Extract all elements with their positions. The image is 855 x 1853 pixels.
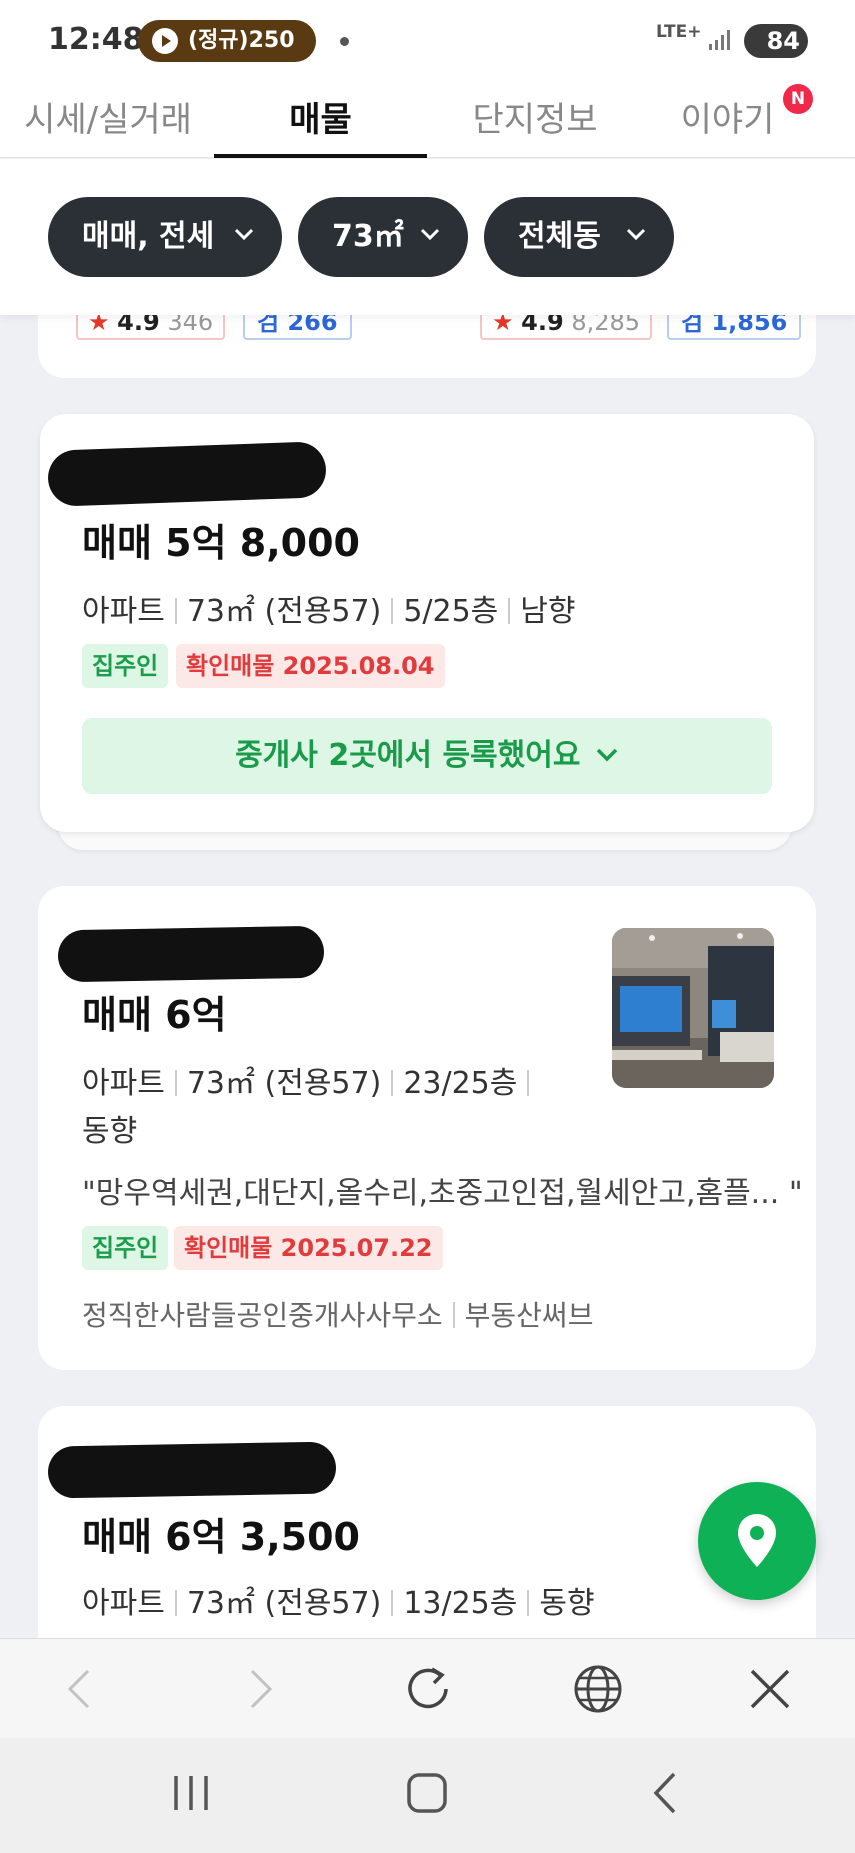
confirmed-listing-tag: 확인매물 2025.07.22: [174, 1226, 443, 1270]
confirmed-listing-tag: 확인매물 2025.08.04: [176, 644, 445, 688]
active-tab-indicator: [214, 154, 427, 158]
battery-indicator: 84: [744, 24, 808, 58]
system-back-icon[interactable]: [642, 1768, 692, 1818]
tab-price-history[interactable]: 시세/실거래: [18, 92, 198, 152]
back-arrow-icon[interactable]: [56, 1663, 108, 1715]
browser-toolbar: [0, 1638, 855, 1738]
property-direction: 남향: [520, 594, 576, 629]
property-area: 73㎡ (전용57): [186, 1586, 382, 1621]
listing-specs: 아파트 73㎡ (전용57) 23/25층: [82, 1058, 539, 1102]
status-bar: 12:48 (정규)250 LTE+ 84: [0, 0, 855, 80]
chevron-down-icon: [234, 228, 254, 241]
property-floor: 23/25층: [403, 1066, 518, 1101]
agents-registered-label: 중개사 2곳에서 등록했어요: [235, 738, 581, 773]
property-floor: 13/25층: [403, 1586, 518, 1621]
map-view-button[interactable]: [698, 1482, 816, 1600]
filter-building[interactable]: 전체동: [484, 197, 674, 277]
filter-label: 매매, 전세: [82, 219, 215, 254]
broker-info: 정직한사람들공인중개사사무소 부동산써브: [82, 1294, 593, 1334]
chevron-down-icon: [420, 228, 440, 241]
listing-source: 부동산써브: [464, 1299, 594, 1332]
home-icon[interactable]: [402, 1768, 452, 1818]
redacted-complex-name: [47, 1441, 337, 1499]
owner-tag: 집주인: [82, 644, 169, 688]
listing-description: "망우역세권,대단지,올수리,초중고인접,월세안고,홈플... ": [82, 1176, 803, 1211]
listing-price: 매매 6억: [82, 993, 227, 1037]
living-room-image: [612, 928, 774, 1088]
chevron-down-icon: [596, 748, 618, 762]
filter-area[interactable]: 73㎡: [298, 197, 468, 277]
chevron-down-icon: [626, 228, 646, 241]
property-direction: 동향: [82, 1114, 138, 1149]
filter-label: 전체동: [518, 219, 601, 254]
agents-registered-button[interactable]: 중개사 2곳에서 등록했어요: [82, 718, 772, 794]
broker-name: 정직한사람들공인중개사사무소: [82, 1299, 443, 1332]
property-type: 아파트: [82, 1066, 165, 1101]
clock: 12:48: [48, 22, 144, 57]
listing-photo[interactable]: [612, 928, 774, 1088]
refresh-icon[interactable]: [402, 1663, 454, 1715]
listing-price: 매매 5억 8,000: [82, 521, 360, 565]
location-pin-icon: [738, 1514, 776, 1567]
property-direction: 동향: [539, 1586, 595, 1621]
recent-apps-icon[interactable]: [166, 1768, 216, 1818]
filter-label: 73㎡: [332, 219, 404, 254]
signal-icon: [709, 30, 730, 50]
network-type: LTE+: [656, 22, 702, 42]
property-type: 아파트: [82, 1586, 165, 1621]
media-playing-pill[interactable]: (정규)250: [138, 20, 316, 62]
tab-complex-info[interactable]: 단지정보: [440, 92, 630, 152]
globe-icon[interactable]: [572, 1663, 624, 1715]
redacted-complex-name: [57, 925, 325, 983]
play-icon: [152, 28, 178, 54]
filter-bar: 매매, 전세 73㎡ 전체동: [0, 159, 855, 315]
listing-price: 매매 6억 3,500: [82, 1515, 360, 1559]
filter-trade-type[interactable]: 매매, 전세: [48, 197, 282, 277]
notification-dot-icon: [340, 37, 349, 46]
system-nav-bar: [0, 1738, 855, 1853]
owner-tag: 집주인: [82, 1226, 169, 1270]
listing-specs: 아파트 73㎡ (전용57) 13/25층 동향: [82, 1578, 595, 1622]
property-floor: 5/25층: [403, 594, 499, 629]
property-area: 73㎡ (전용57): [186, 594, 382, 629]
property-area: 73㎡ (전용57): [186, 1066, 382, 1101]
forward-arrow-icon[interactable]: [232, 1663, 284, 1715]
listing-specs: 아파트 73㎡ (전용57) 5/25층 남향: [82, 586, 575, 630]
new-badge: N: [783, 84, 813, 114]
tab-stories[interactable]: 이야기: [665, 92, 790, 152]
tab-listings[interactable]: 매물: [214, 92, 427, 152]
tab-bar: 시세/실거래 매물 단지정보 이야기: [0, 80, 855, 158]
redacted-complex-name: [47, 441, 327, 507]
close-icon[interactable]: [744, 1663, 796, 1715]
media-label: (정규)250: [188, 28, 295, 53]
property-type: 아파트: [82, 594, 165, 629]
